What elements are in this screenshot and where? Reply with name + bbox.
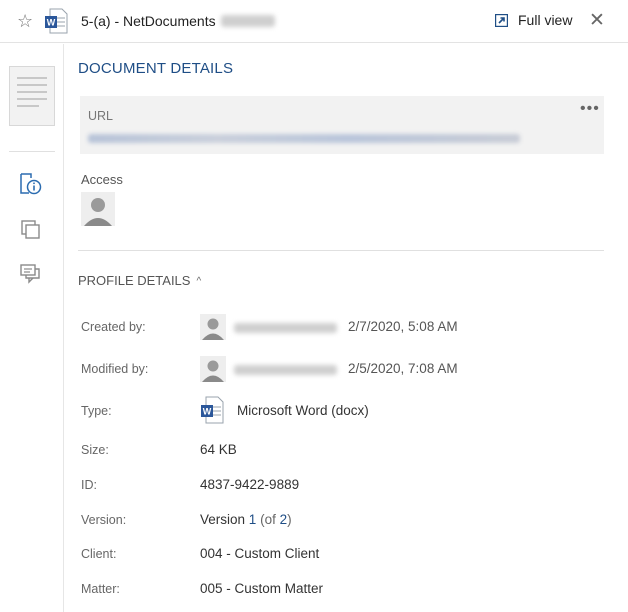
- client-row: Client: 004 - Custom Client: [81, 543, 601, 567]
- id-label: ID:: [81, 478, 97, 492]
- avatar: [200, 314, 226, 340]
- document-info-icon[interactable]: [19, 172, 43, 196]
- redacted-user-name: [234, 323, 337, 333]
- client-label: Client:: [81, 547, 117, 561]
- window-title: 5-(a) - NetDocuments: [81, 13, 275, 29]
- type-label: Type:: [81, 404, 112, 418]
- type-row: Type: W Microsoft Word (docx): [81, 396, 601, 424]
- full-view-label: Full view: [518, 12, 573, 28]
- avatar: [200, 356, 226, 382]
- svg-text:W: W: [47, 18, 56, 28]
- version-value[interactable]: Version 1 (of 2): [200, 512, 292, 527]
- client-value: 004 - Custom Client: [200, 546, 320, 561]
- access-label: Access: [81, 172, 123, 187]
- profile-details-toggle[interactable]: PROFILE DETAILS ^: [78, 273, 201, 288]
- chevron-up-icon: ^: [196, 276, 202, 287]
- matter-row: Matter: 005 - Custom Matter: [81, 578, 601, 602]
- url-label: URL: [88, 109, 114, 123]
- full-view-button[interactable]: Full view: [495, 12, 572, 28]
- matter-value: 005 - Custom Matter: [200, 581, 324, 596]
- versions-icon[interactable]: [19, 218, 43, 242]
- matter-label: Matter:: [81, 582, 120, 596]
- document-title: 5-(a) - NetDocuments: [81, 13, 216, 29]
- type-value: Microsoft Word (docx): [237, 403, 369, 418]
- size-value: 64 KB: [200, 442, 237, 457]
- modified-date: 2/5/2020, 7:08 AM: [348, 361, 458, 376]
- created-by-label: Created by:: [81, 320, 146, 334]
- modified-by-row: Modified by: 2/5/2020, 7:08 AM: [81, 356, 601, 382]
- comments-icon[interactable]: [19, 262, 43, 286]
- section-divider: [78, 250, 604, 251]
- url-link[interactable]: [88, 134, 520, 143]
- left-rail: [0, 44, 64, 612]
- more-options-icon[interactable]: •••: [580, 100, 600, 118]
- avatar[interactable]: [81, 192, 115, 226]
- redacted-user-name: [234, 365, 337, 375]
- id-value: 4837-9422-9889: [200, 477, 300, 492]
- created-date: 2/7/2020, 5:08 AM: [348, 319, 458, 334]
- created-by-row: Created by: 2/7/2020, 5:08 AM: [81, 314, 601, 340]
- redacted-title-suffix: [220, 15, 275, 27]
- panel-header: ☆ W 5-(a) - NetDocuments Full view ✕: [0, 0, 628, 43]
- version-row: Version: Version 1 (of 2): [81, 509, 601, 533]
- section-title: DOCUMENT DETAILS: [78, 60, 234, 77]
- size-row: Size: 64 KB: [81, 439, 601, 463]
- version-label: Version:: [81, 513, 127, 527]
- document-thumbnail[interactable]: [9, 66, 55, 126]
- rail-divider: [9, 151, 55, 152]
- svg-text:W: W: [203, 407, 212, 417]
- word-document-icon: W: [45, 8, 68, 34]
- id-row: ID: 4837-9422-9889: [81, 474, 601, 498]
- modified-by-label: Modified by:: [81, 362, 149, 376]
- word-document-icon: W: [201, 396, 224, 424]
- close-icon[interactable]: ✕: [589, 10, 605, 32]
- profile-details-title: PROFILE DETAILS: [78, 273, 191, 288]
- star-icon[interactable]: ☆: [17, 10, 33, 32]
- url-box: URL •••: [80, 96, 604, 154]
- expand-icon: [495, 13, 508, 27]
- size-label: Size:: [81, 443, 109, 457]
